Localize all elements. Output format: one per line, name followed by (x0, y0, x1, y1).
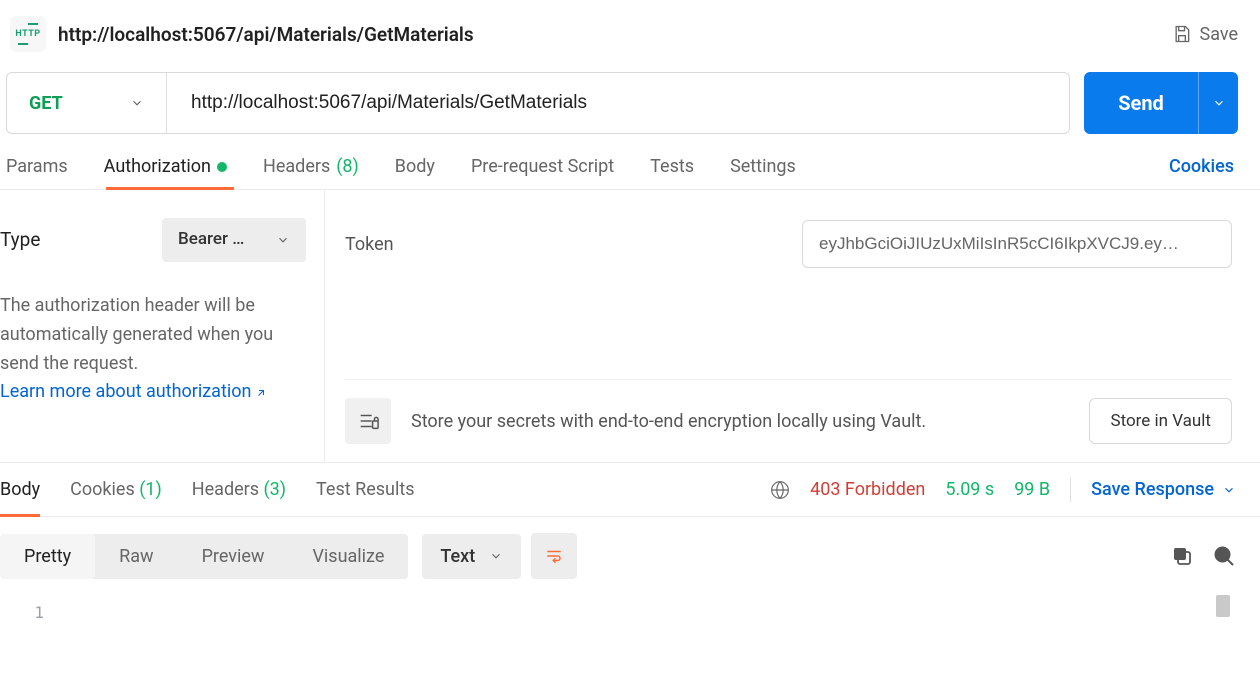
response-content[interactable] (56, 603, 1260, 622)
response-view-group: Pretty Raw Preview Visualize (0, 534, 408, 579)
request-title: http://localhost:5067/api/Materials/GetM… (58, 23, 1172, 46)
line-number: 1 (0, 603, 44, 622)
save-response-button[interactable]: Save Response (1091, 479, 1236, 500)
tab-settings[interactable]: Settings (730, 156, 796, 189)
divider (1070, 478, 1071, 502)
send-label: Send (1084, 91, 1198, 115)
http-method-select[interactable]: GET (7, 73, 167, 133)
learn-more-link[interactable]: Learn more about authorization (0, 378, 267, 407)
auth-type-select[interactable]: Bearer … (162, 218, 306, 262)
token-input[interactable] (802, 220, 1232, 268)
auth-type-label: Type (0, 225, 40, 255)
view-preview[interactable]: Preview (178, 534, 289, 579)
save-response-label: Save Response (1091, 479, 1214, 500)
tab-params[interactable]: Params (6, 156, 68, 189)
globe-icon[interactable] (770, 480, 790, 500)
response-tab-headers[interactable]: Headers (3) (192, 475, 286, 504)
view-visualize[interactable]: Visualize (288, 534, 408, 579)
response-tab-body[interactable]: Body (0, 475, 40, 504)
tab-prerequest[interactable]: Pre-request Script (471, 156, 614, 189)
chevron-down-icon (1212, 96, 1226, 110)
tab-headers[interactable]: Headers (8) (263, 156, 359, 189)
vertical-scrollbar[interactable] (1216, 595, 1230, 617)
tab-tests[interactable]: Tests (650, 156, 694, 189)
tab-authorization[interactable]: Authorization (104, 156, 227, 189)
send-dropdown[interactable] (1198, 72, 1238, 134)
response-tab-cookies-count: (1) (139, 479, 162, 500)
response-tab-test-results[interactable]: Test Results (316, 475, 414, 504)
response-format-value: Text (440, 546, 475, 567)
http-method-badge: HTTP (10, 16, 46, 52)
cookies-link[interactable]: Cookies (1169, 156, 1254, 189)
response-status: 403 Forbidden (810, 479, 925, 500)
send-button[interactable]: Send (1084, 72, 1238, 134)
token-label: Token (345, 234, 394, 255)
auth-type-value: Bearer … (178, 226, 244, 253)
tab-headers-count: (8) (336, 156, 359, 177)
external-link-icon (255, 387, 267, 399)
tab-authorization-label: Authorization (104, 156, 211, 177)
response-time: 5.09 s (945, 479, 994, 500)
response-tab-cookies-label: Cookies (70, 479, 135, 500)
http-method-value: GET (29, 93, 63, 114)
vault-icon (345, 398, 391, 444)
auth-help-text: The authorization header will be automat… (0, 292, 306, 378)
search-icon[interactable] (1212, 544, 1236, 568)
response-format-select[interactable]: Text (422, 534, 521, 579)
url-input[interactable] (167, 73, 1069, 133)
chevron-down-icon (130, 96, 144, 110)
save-label: Save (1200, 24, 1239, 45)
authorization-active-dot (217, 162, 227, 172)
tab-body[interactable]: Body (395, 156, 435, 189)
response-tab-headers-count: (3) (264, 479, 287, 500)
response-size: 99 B (1014, 479, 1050, 500)
chevron-down-icon (1222, 483, 1236, 497)
tab-headers-label: Headers (263, 156, 330, 177)
learn-more-label: Learn more about authorization (0, 378, 251, 407)
chevron-down-icon (489, 549, 503, 563)
view-raw[interactable]: Raw (95, 534, 177, 579)
line-number-gutter: 1 (0, 603, 56, 622)
save-icon (1172, 24, 1192, 44)
view-pretty[interactable]: Pretty (0, 534, 95, 579)
chevron-down-icon (276, 233, 290, 247)
wrap-icon (543, 547, 565, 565)
response-tab-headers-label: Headers (192, 479, 259, 500)
wrap-lines-button[interactable] (531, 533, 577, 579)
vault-text: Store your secrets with end-to-end encry… (411, 411, 1069, 432)
response-tab-cookies[interactable]: Cookies (1) (70, 475, 162, 504)
copy-icon[interactable] (1170, 544, 1194, 568)
save-button[interactable]: Save (1172, 24, 1239, 45)
store-in-vault-button[interactable]: Store in Vault (1089, 398, 1232, 444)
